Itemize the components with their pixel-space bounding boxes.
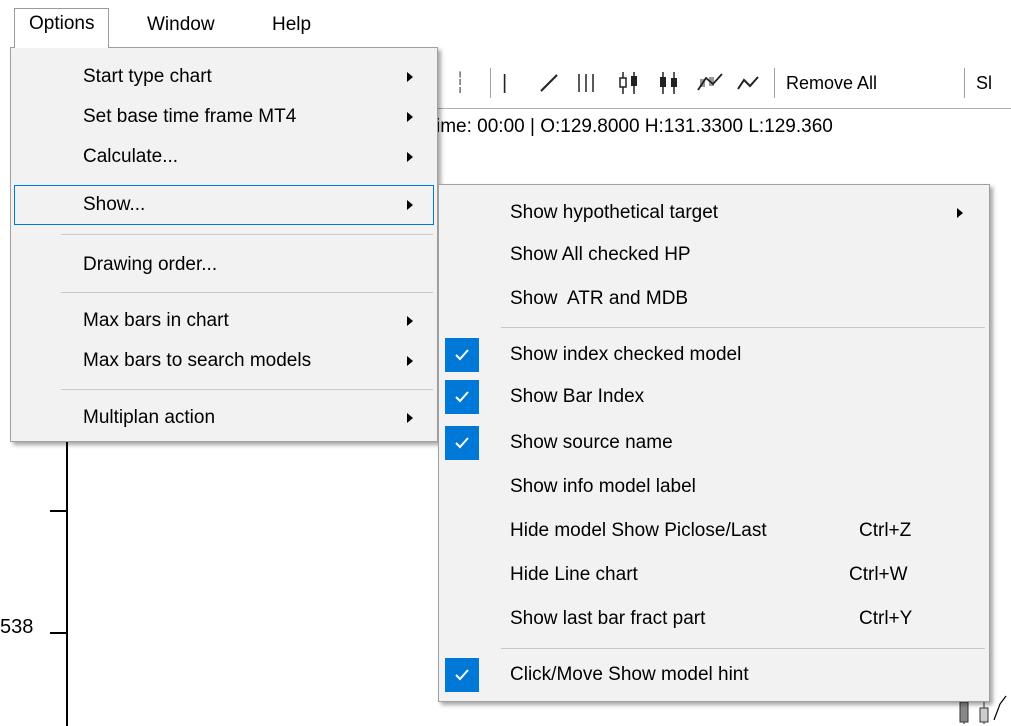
menu-item-label: Show Bar Index (510, 386, 645, 407)
submenu-arrow-icon (407, 112, 413, 122)
menu-item-label: Hide Line chart (510, 564, 638, 585)
menu-item-drawing-order[interactable]: Drawing order... (11, 245, 437, 285)
checkmark-icon (445, 380, 479, 414)
submenu-arrow-icon (407, 316, 413, 326)
submenu-arrow-icon (407, 200, 413, 210)
toolbar-cut-button[interactable]: Sl (976, 68, 992, 98)
menu-item-show-all-checked-hp[interactable]: Show All checked HP (439, 235, 989, 275)
menu-window-label: Window (147, 14, 215, 35)
submenu-arrow-icon (407, 413, 413, 423)
submenu-arrow-icon (407, 72, 413, 82)
ohlc-status-text: ime: 00:00 | O:129.8000 H:131.3300 L:129… (436, 116, 833, 137)
menu-separator (61, 292, 433, 293)
options-menu: Start type chart Set base time frame MT4… (10, 47, 438, 442)
menu-item-label: Show index checked model (510, 344, 742, 365)
menu-separator (501, 327, 985, 328)
menu-item-calculate[interactable]: Calculate... (11, 137, 437, 177)
menu-item-label: Show... (83, 194, 146, 215)
show-submenu: Show hypothetical target Show All checke… (438, 184, 990, 702)
chart-toolbar: ┆ | Remove All Sl (436, 62, 1011, 102)
menu-item-show-atr-mdb[interactable]: Show ATR and MDB (439, 279, 989, 319)
menu-item-set-base-time-frame[interactable]: Set base time frame MT4 (11, 97, 437, 137)
menu-item-label: Show info model label (510, 476, 696, 497)
menu-item-show-index-checked-model[interactable]: Show index checked model (439, 335, 989, 375)
toolbar-separator (964, 68, 965, 98)
menu-item-show-bar-index[interactable]: Show Bar Index (439, 377, 989, 417)
menu-item-show-last-bar-fract-part[interactable]: Show last bar fract part Ctrl+Y (439, 599, 989, 639)
menu-item-label: Hide model Show Piclose/Last (510, 520, 767, 541)
menu-help-label: Help (272, 14, 312, 35)
menu-item-multiplan-action[interactable]: Multiplan action (11, 398, 437, 438)
menu-bar: Options Window Help (0, 0, 1011, 48)
y-axis-tick (50, 510, 66, 512)
menu-item-label: Show source name (510, 432, 673, 453)
checkmark-icon (445, 338, 479, 372)
trend-line-icon[interactable] (538, 72, 560, 102)
menu-item-show-info-model-label[interactable]: Show info model label (439, 467, 989, 507)
menu-item-show-source-name[interactable]: Show source name (439, 423, 989, 463)
y-axis-label: 538 (0, 616, 34, 638)
vertical-line-icon[interactable]: | (502, 68, 507, 98)
menu-separator (501, 648, 985, 649)
menu-item-label: Show last bar fract part (510, 608, 706, 629)
menu-help[interactable]: Help (258, 6, 325, 44)
menu-item-label: Show All checked HP (510, 244, 691, 265)
toolbar-separator (490, 68, 491, 98)
menu-item-hide-model-show-piclose[interactable]: Hide model Show Piclose/Last Ctrl+Z (439, 511, 989, 551)
menu-item-label: Show hypothetical target (510, 202, 719, 223)
candlestick-filled-icon[interactable] (656, 70, 682, 100)
shortcut-label: Ctrl+W (849, 564, 908, 585)
menu-options[interactable]: Options (14, 8, 110, 48)
menu-item-label: Calculate... (83, 146, 179, 167)
menu-options-label: Options (29, 13, 95, 34)
menu-item-show-hypothetical-target[interactable]: Show hypothetical target (439, 193, 989, 233)
menu-item-label: Set base time frame MT4 (83, 106, 297, 127)
shortcut-label: Ctrl+Z (859, 520, 912, 541)
candlestick-icon[interactable] (616, 70, 642, 100)
chart-axis-line (66, 440, 68, 726)
shortcut-label: Ctrl+Y (859, 608, 913, 629)
submenu-arrow-icon (407, 152, 413, 162)
menu-item-show[interactable]: Show... (14, 185, 434, 225)
checkmark-icon (445, 426, 479, 460)
line-chart-icon[interactable] (736, 72, 762, 102)
menu-item-label: Show ATR and MDB (510, 288, 689, 309)
menu-item-hide-line-chart[interactable]: Hide Line chart Ctrl+W (439, 555, 989, 595)
menu-item-label: Max bars in chart (83, 310, 229, 331)
menu-window[interactable]: Window (133, 6, 229, 44)
menu-item-max-bars-to-search[interactable]: Max bars to search models (11, 341, 437, 381)
menu-item-label: Click/Move Show model hint (510, 664, 749, 685)
menu-separator (61, 234, 433, 235)
menu-item-click-move-show-model-hint[interactable]: Click/Move Show model hint (439, 655, 989, 695)
ohlc-status-line: ime: 00:00 | O:129.8000 H:131.3300 L:129… (436, 108, 1011, 145)
y-axis-tick (50, 632, 66, 634)
bar-chart-icon[interactable] (574, 72, 598, 102)
submenu-arrow-icon (957, 208, 963, 218)
menu-item-start-type-chart[interactable]: Start type chart (11, 57, 437, 97)
menu-item-label: Multiplan action (83, 407, 216, 428)
menu-item-label: Max bars to search models (83, 350, 312, 371)
toolbar-separator (774, 68, 775, 98)
checkmark-icon (445, 658, 479, 692)
line-over-candles-icon[interactable] (696, 70, 724, 100)
menu-separator (61, 389, 433, 390)
menu-item-label: Start type chart (83, 66, 212, 87)
menu-item-label: Drawing order... (83, 254, 218, 275)
remove-all-button[interactable]: Remove All (786, 68, 877, 98)
vertical-dotted-line-icon[interactable]: ┆ (454, 68, 466, 98)
submenu-arrow-icon (407, 356, 413, 366)
menu-item-max-bars-in-chart[interactable]: Max bars in chart (11, 301, 437, 341)
